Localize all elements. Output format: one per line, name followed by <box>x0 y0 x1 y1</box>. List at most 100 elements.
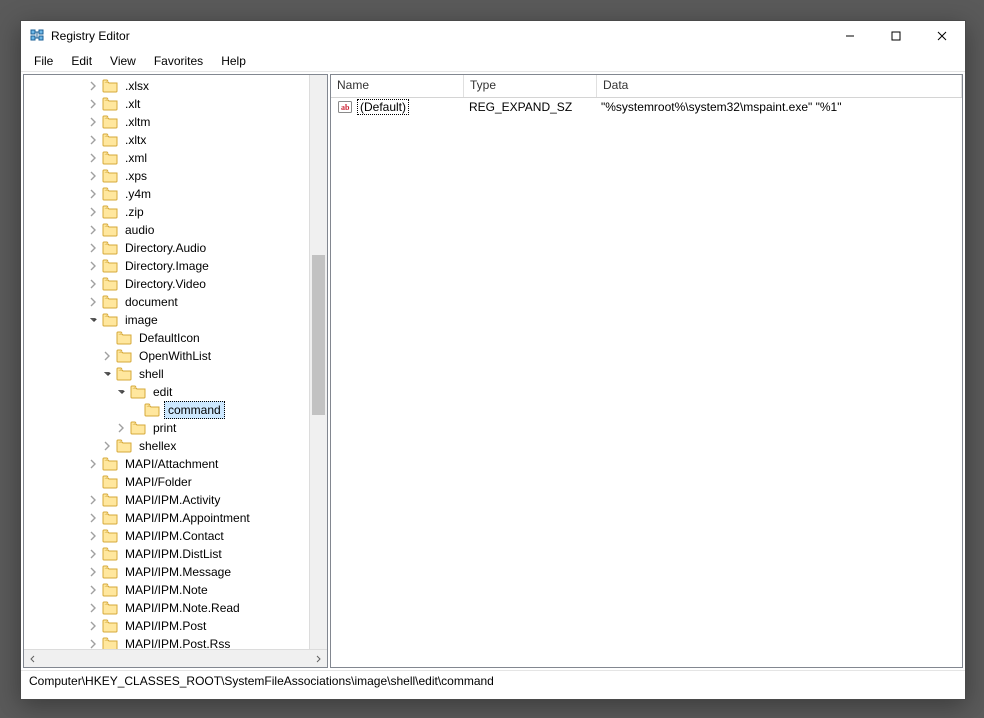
expand-icon[interactable] <box>86 97 100 111</box>
vertical-scrollbar[interactable] <box>309 75 327 650</box>
tree-node-label[interactable]: MAPI/Folder <box>122 474 195 490</box>
tree-node[interactable]: document <box>28 293 310 311</box>
expand-icon[interactable] <box>86 529 100 543</box>
menu-file[interactable]: File <box>27 53 60 69</box>
expand-icon[interactable] <box>86 601 100 615</box>
tree-node-label[interactable]: .xml <box>122 150 150 166</box>
expand-icon[interactable] <box>86 133 100 147</box>
tree-node-label[interactable]: .y4m <box>122 186 154 202</box>
tree-node-label[interactable]: .zip <box>122 204 147 220</box>
tree-node[interactable]: MAPI/Folder <box>28 473 310 491</box>
collapse-icon[interactable] <box>86 313 100 327</box>
tree-node-label[interactable]: MAPI/IPM.Note <box>122 582 211 598</box>
tree-node-label[interactable]: audio <box>122 222 157 238</box>
tree-node-label[interactable]: Directory.Audio <box>122 240 209 256</box>
tree-node[interactable]: Directory.Audio <box>28 239 310 257</box>
titlebar[interactable]: Registry Editor <box>21 21 965 51</box>
expand-icon[interactable] <box>86 511 100 525</box>
tree-node-label[interactable]: Directory.Video <box>122 276 209 292</box>
menu-help[interactable]: Help <box>214 53 253 69</box>
tree-node-label[interactable]: image <box>122 312 161 328</box>
menu-view[interactable]: View <box>103 53 143 69</box>
tree-node-label[interactable]: MAPI/IPM.Post <box>122 618 209 634</box>
tree-node[interactable]: image <box>28 311 310 329</box>
expand-icon[interactable] <box>86 565 100 579</box>
tree-node[interactable]: Directory.Video <box>28 275 310 293</box>
tree-node-label[interactable]: Directory.Image <box>122 258 212 274</box>
tree-node-label[interactable]: MAPI/IPM.Message <box>122 564 234 580</box>
tree-node-label[interactable]: MAPI/IPM.Activity <box>122 492 223 508</box>
registry-tree[interactable]: .xlsx.xlt .xltm .xltx .xml.xps.y4m .zip audio… <box>24 75 310 650</box>
tree-node[interactable]: shellex <box>28 437 310 455</box>
expand-icon[interactable] <box>86 547 100 561</box>
tree-node-label[interactable]: document <box>122 294 181 310</box>
tree-node[interactable]: shell <box>28 365 310 383</box>
tree-node[interactable]: MAPI/IPM.Message <box>28 563 310 581</box>
tree-node[interactable]: .xlt <box>28 95 310 113</box>
scroll-right-icon[interactable] <box>311 652 325 666</box>
tree-node[interactable]: .xltm <box>28 113 310 131</box>
tree-node[interactable]: MAPI/IPM.Appointment <box>28 509 310 527</box>
minimize-button[interactable] <box>827 21 873 51</box>
tree-node-label[interactable]: command <box>164 401 225 419</box>
tree-node-label[interactable]: edit <box>150 384 175 400</box>
tree-node-label[interactable]: .xltx <box>122 132 149 148</box>
tree-node[interactable]: audio <box>28 221 310 239</box>
tree-node[interactable]: edit <box>28 383 310 401</box>
close-button[interactable] <box>919 21 965 51</box>
expand-icon[interactable] <box>86 79 100 93</box>
expand-icon[interactable] <box>86 619 100 633</box>
menu-edit[interactable]: Edit <box>64 53 99 69</box>
tree-node-label[interactable]: MAPI/IPM.Post.Rss <box>122 636 233 650</box>
tree-node[interactable]: MAPI/IPM.Note.Read <box>28 599 310 617</box>
tree-node-label[interactable]: print <box>150 420 179 436</box>
tree-node[interactable]: MAPI/IPM.Note <box>28 581 310 599</box>
tree-node-label[interactable]: .xltm <box>122 114 153 130</box>
tree-node-label[interactable]: shell <box>136 366 167 382</box>
expand-icon[interactable] <box>86 151 100 165</box>
tree-node[interactable]: .zip <box>28 203 310 221</box>
tree-node-label[interactable]: MAPI/IPM.Appointment <box>122 510 253 526</box>
tree-node-label[interactable]: MAPI/Attachment <box>122 456 221 472</box>
expand-icon[interactable] <box>86 583 100 597</box>
tree-node[interactable]: .xltx <box>28 131 310 149</box>
tree-node-label[interactable]: OpenWithList <box>136 348 214 364</box>
expand-icon[interactable] <box>100 439 114 453</box>
tree-node[interactable]: MAPI/IPM.Contact <box>28 527 310 545</box>
expand-icon[interactable] <box>86 223 100 237</box>
collapse-icon[interactable] <box>114 385 128 399</box>
tree-node[interactable]: .xps <box>28 167 310 185</box>
value-row[interactable]: ab(Default)REG_EXPAND_SZ"%systemroot%\sy… <box>331 98 962 116</box>
tree-node[interactable]: command <box>28 401 310 419</box>
expand-icon[interactable] <box>86 241 100 255</box>
column-name[interactable]: Name <box>331 75 464 97</box>
column-headers[interactable]: Name Type Data <box>331 75 962 98</box>
tree-node[interactable]: MAPI/IPM.Post.Rss <box>28 635 310 650</box>
value-list[interactable]: ab(Default)REG_EXPAND_SZ"%systemroot%\sy… <box>331 98 962 667</box>
tree-node[interactable]: MAPI/IPM.Activity <box>28 491 310 509</box>
collapse-icon[interactable] <box>100 367 114 381</box>
tree-node[interactable]: MAPI/Attachment <box>28 455 310 473</box>
horizontal-scrollbar[interactable] <box>24 649 327 667</box>
tree-node-label[interactable]: shellex <box>136 438 179 454</box>
scroll-left-icon[interactable] <box>26 652 40 666</box>
tree-node[interactable]: .y4m <box>28 185 310 203</box>
expand-icon[interactable] <box>86 457 100 471</box>
column-type[interactable]: Type <box>464 75 597 97</box>
expand-icon[interactable] <box>114 421 128 435</box>
expand-icon[interactable] <box>86 493 100 507</box>
expand-icon[interactable] <box>86 205 100 219</box>
tree-node[interactable]: MAPI/IPM.DistList <box>28 545 310 563</box>
tree-node[interactable]: Directory.Image <box>28 257 310 275</box>
expand-icon[interactable] <box>100 349 114 363</box>
tree-node[interactable]: OpenWithList <box>28 347 310 365</box>
tree-node-label[interactable]: .xlt <box>122 96 143 112</box>
tree-node[interactable]: print <box>28 419 310 437</box>
tree-node-label[interactable]: MAPI/IPM.Contact <box>122 528 227 544</box>
expand-icon[interactable] <box>86 259 100 273</box>
tree-node[interactable]: MAPI/IPM.Post <box>28 617 310 635</box>
tree-node[interactable]: .xlsx <box>28 77 310 95</box>
expand-icon[interactable] <box>86 169 100 183</box>
tree-node[interactable]: .xml <box>28 149 310 167</box>
tree-node-label[interactable]: DefaultIcon <box>136 330 203 346</box>
